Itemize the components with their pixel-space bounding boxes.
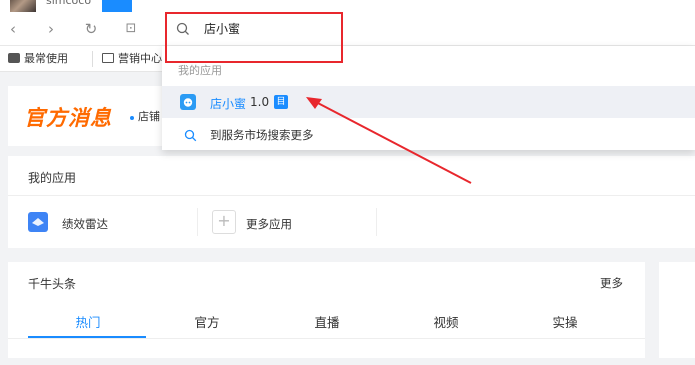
- annotation-arrow: [306, 97, 472, 184]
